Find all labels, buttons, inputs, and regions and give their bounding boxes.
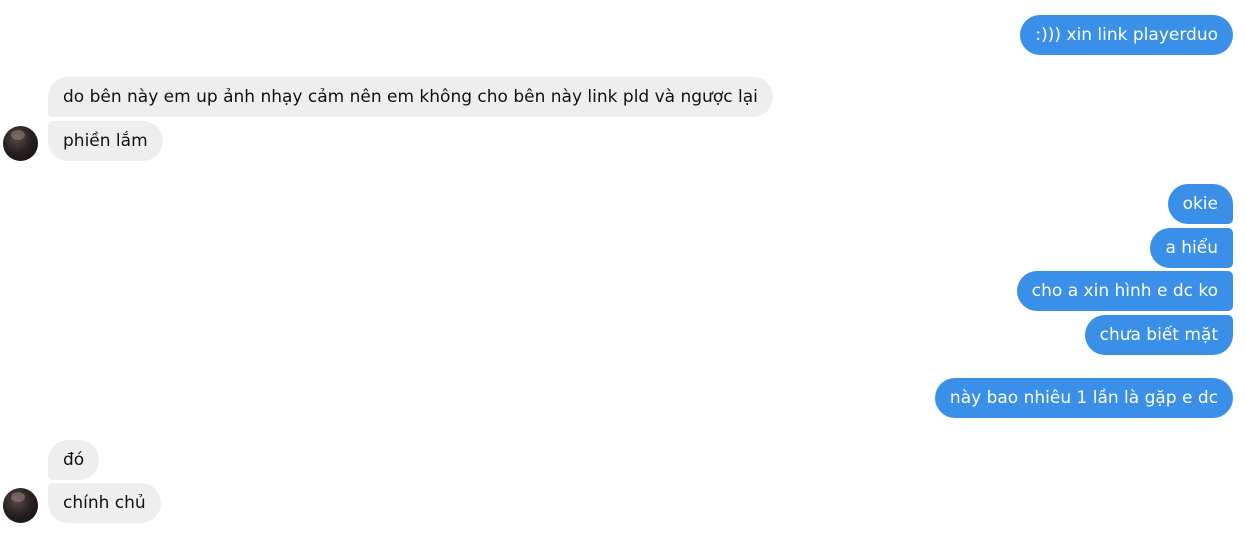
chat-window: { "messages": [ {"id": "m1", "side": "ou… xyxy=(0,0,1246,542)
message-incoming[interactable]: chính chủ xyxy=(48,483,161,523)
message-outgoing[interactable]: này bao nhiêu 1 lần là gặp e dc xyxy=(934,378,1233,418)
message-incoming[interactable]: do bên này em up ảnh nhạy cảm nên em khô… xyxy=(48,77,773,117)
contact-avatar[interactable] xyxy=(3,126,38,161)
message-incoming[interactable]: đó xyxy=(48,440,100,480)
message-outgoing[interactable]: chưa biết mặt xyxy=(1084,315,1233,355)
message-outgoing[interactable]: a hiểu xyxy=(1150,228,1233,268)
message-incoming[interactable]: phiền lắm xyxy=(48,121,163,161)
contact-avatar[interactable] xyxy=(3,488,38,523)
message-outgoing[interactable]: cho a xin hình e dc ko xyxy=(1016,271,1233,311)
message-outgoing[interactable]: :))) xin link playerduo xyxy=(1020,15,1233,55)
message-outgoing[interactable]: okie xyxy=(1167,184,1233,224)
